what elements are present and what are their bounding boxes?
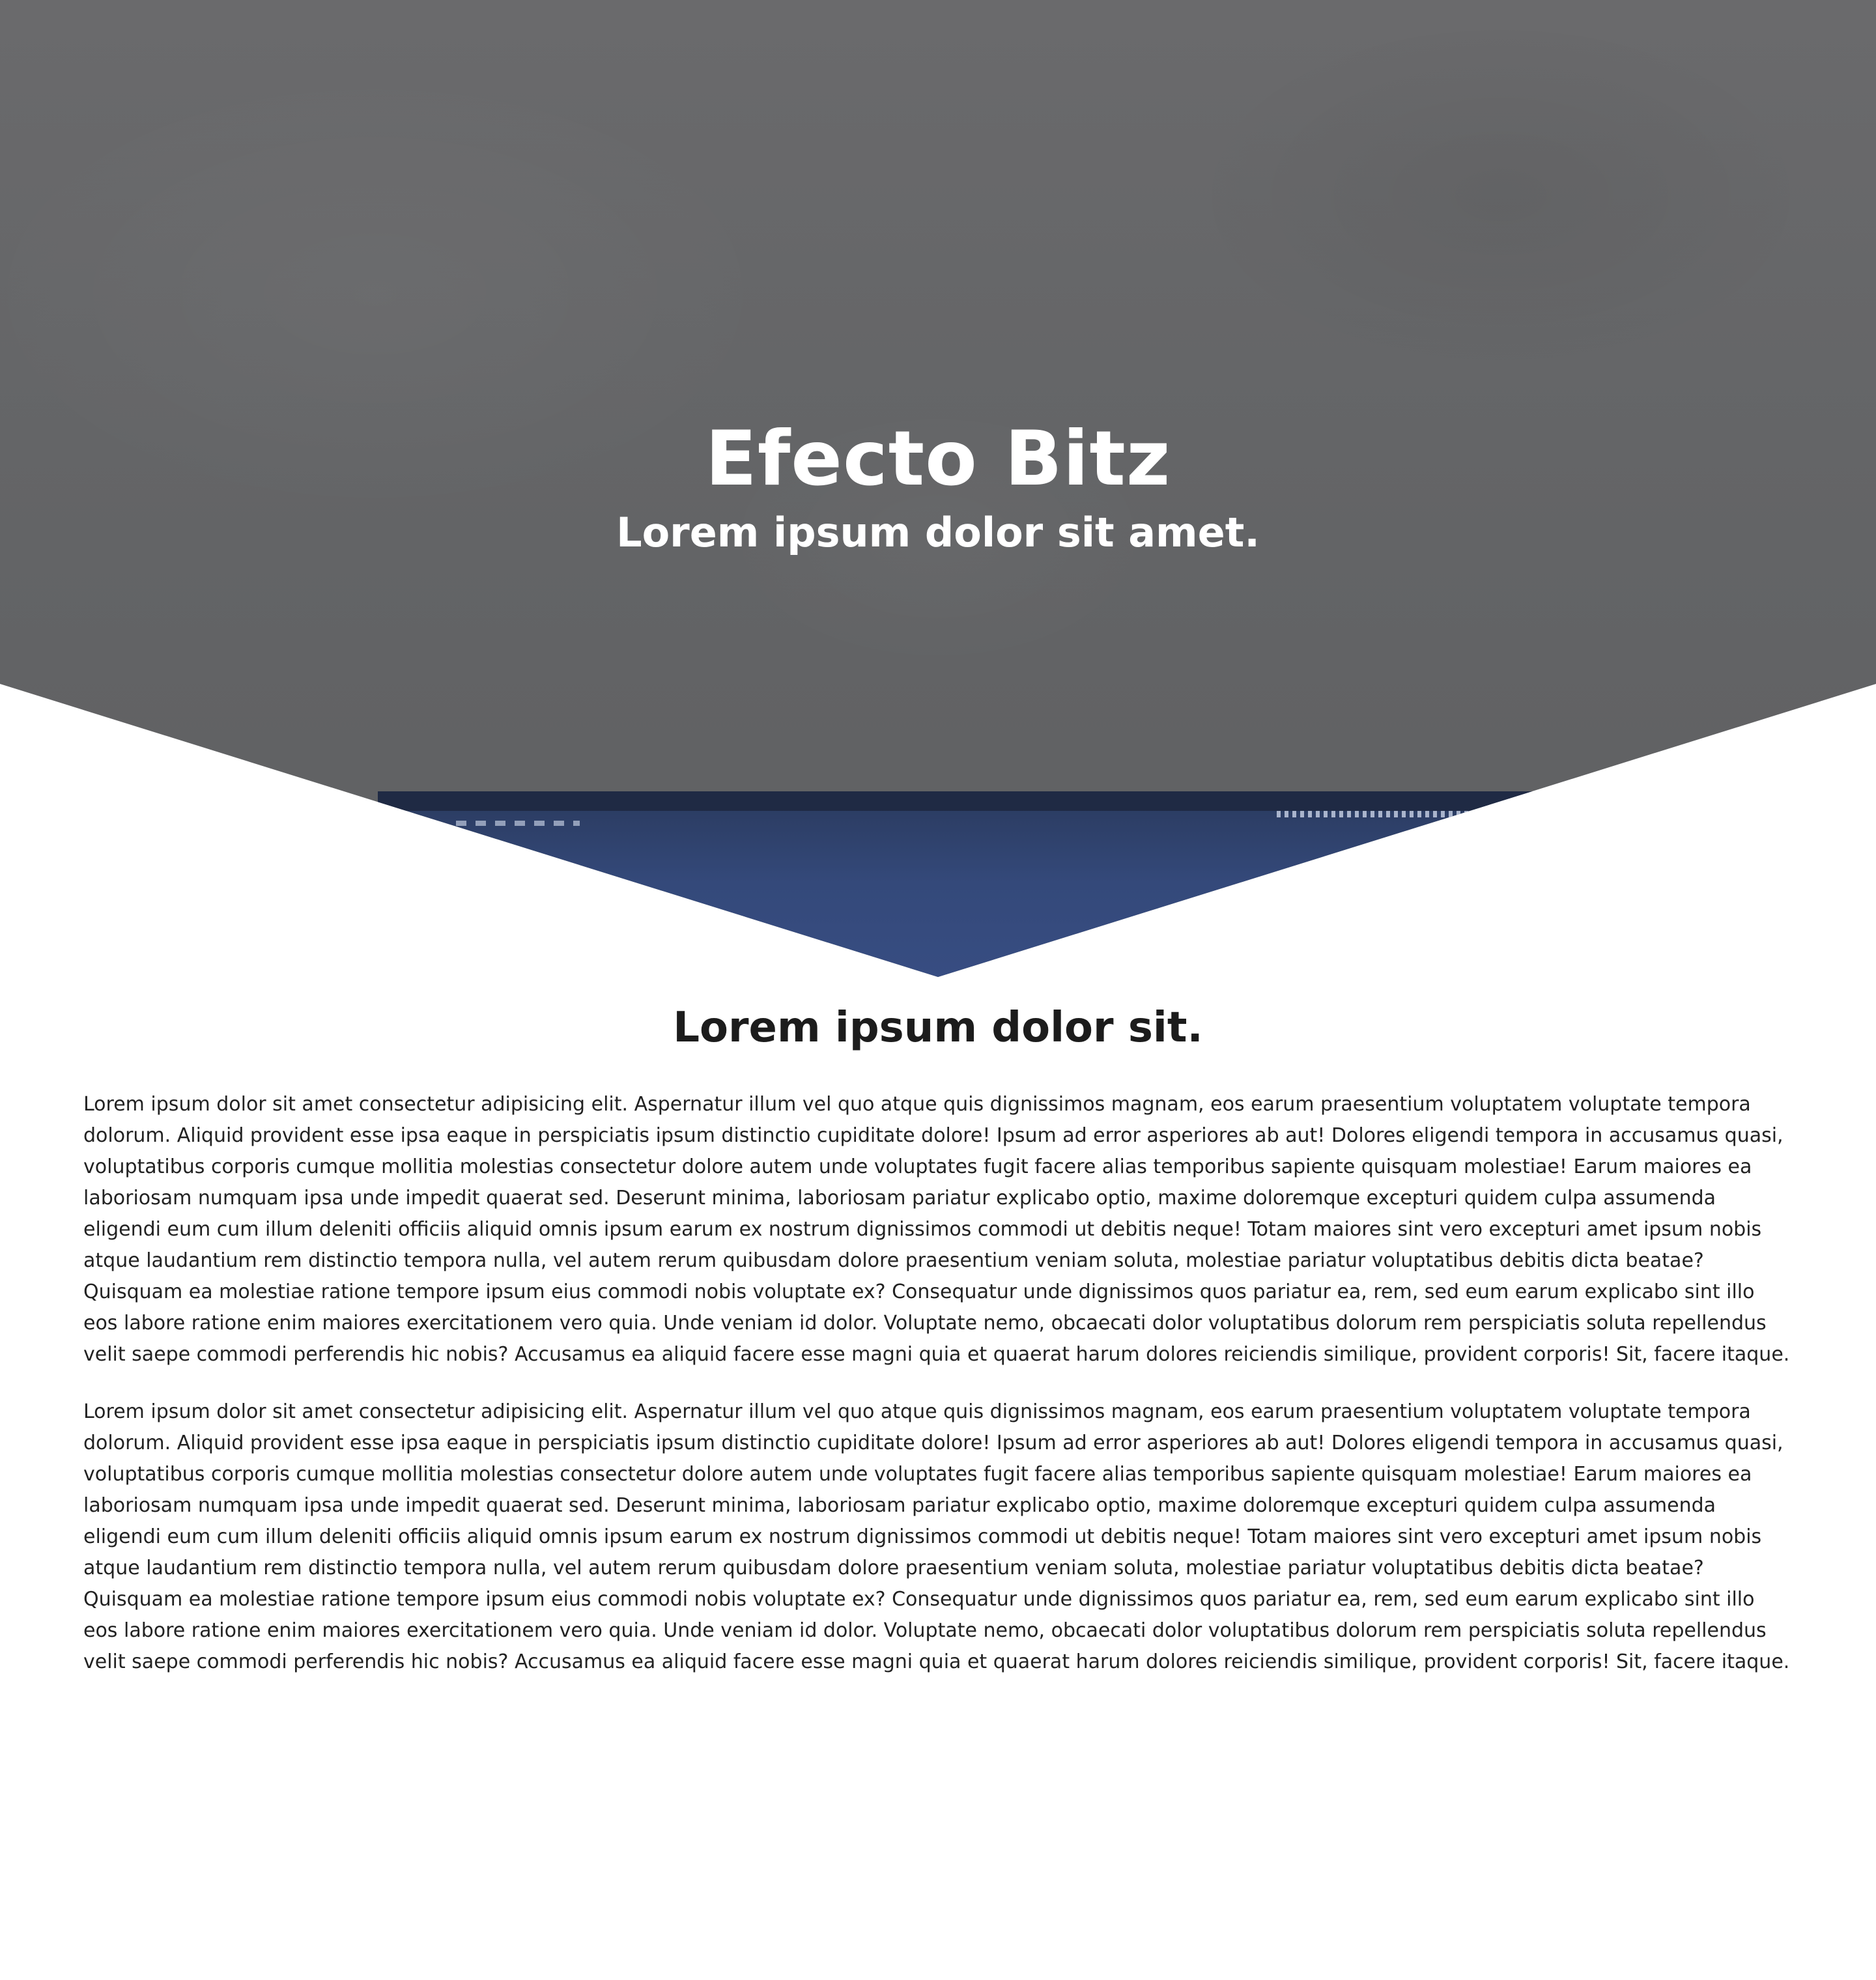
body-paragraph-2: Lorem ipsum dolor sit amet consectetur a… <box>83 1400 1790 1673</box>
section-heading: Lorem ipsum dolor sit. <box>673 1004 1203 1052</box>
main-content: Lorem ipsum dolor sit. Lorem ipsum dolor… <box>83 997 1793 1704</box>
hero-subtitle: Lorem ipsum dolor sit amet. <box>616 509 1260 556</box>
body-paragraph-1: Lorem ipsum dolor sit amet consectetur a… <box>83 1093 1790 1366</box>
hero-screen-detail-left <box>456 821 580 826</box>
hero-laptop-bezel <box>378 791 1576 811</box>
hero-screen-detail-right <box>1277 811 1485 817</box>
page: Efecto Bitz Lorem ipsum dolor sit amet. … <box>0 0 1876 1980</box>
hero-title: Efecto Bitz <box>705 415 1171 503</box>
hero-banner: Efecto Bitz Lorem ipsum dolor sit amet. <box>0 0 1876 977</box>
hero-text-block: Efecto Bitz Lorem ipsum dolor sit amet. <box>0 417 1876 559</box>
hero-laptop-screen-image <box>378 791 1576 977</box>
